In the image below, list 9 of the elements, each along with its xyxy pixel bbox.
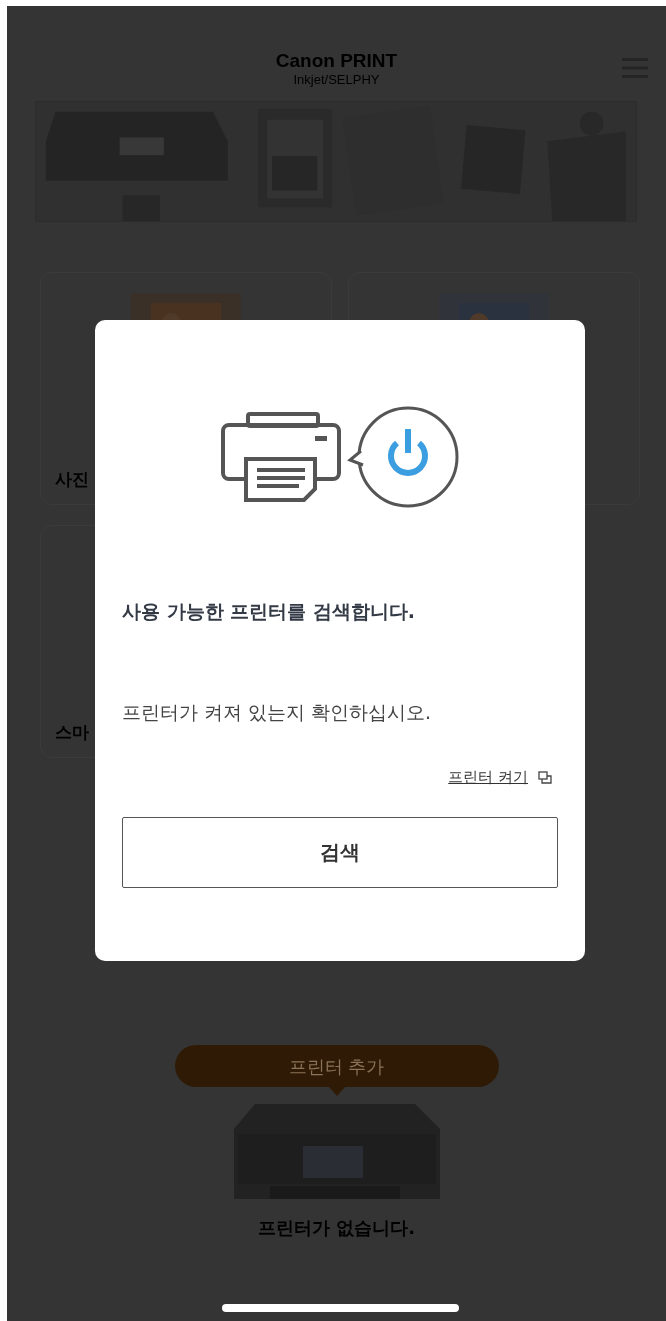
pointer-icon bbox=[328, 1087, 345, 1096]
power-on-link[interactable]: 프린터 켜기 bbox=[448, 766, 528, 789]
external-link-icon bbox=[538, 770, 552, 784]
power-bubble-icon bbox=[347, 405, 459, 509]
printer-icon bbox=[221, 412, 341, 502]
dialog-message: 프린터가 켜져 있는지 확인하십시오. bbox=[122, 699, 433, 725]
dialog-title: 사용 가능한 프린터를 검색합니다. bbox=[122, 599, 417, 624]
add-printer-button[interactable]: 프린터 추가 bbox=[174, 1045, 499, 1087]
search-button[interactable]: 검색 bbox=[122, 816, 558, 888]
